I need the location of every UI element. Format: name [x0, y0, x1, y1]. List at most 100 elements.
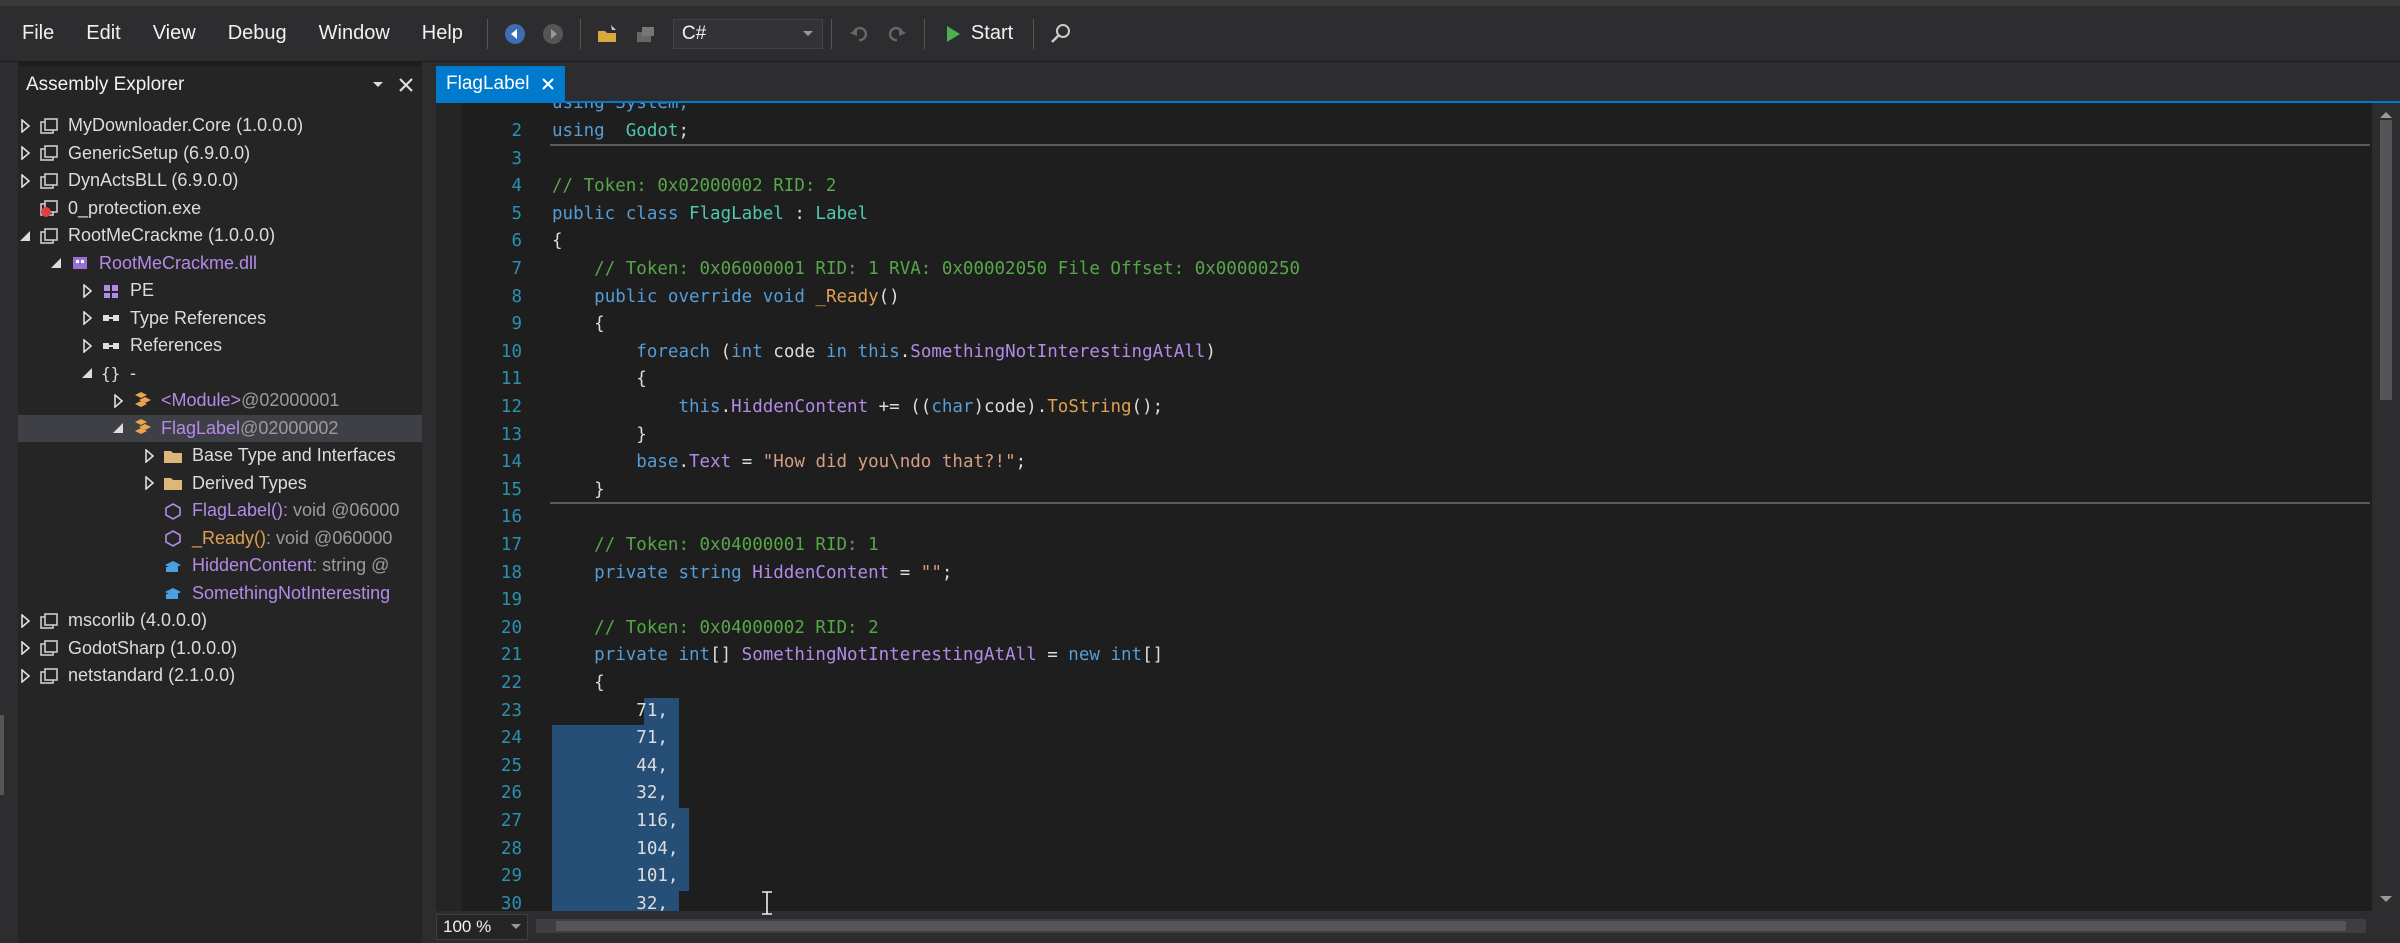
- tree-node[interactable]: _Ready() : void @060000: [142, 525, 392, 552]
- search-button[interactable]: [1044, 17, 1078, 51]
- line-number: 27: [500, 811, 522, 831]
- expanded-arrow-icon[interactable]: [80, 365, 94, 381]
- collapsed-arrow-icon[interactable]: [18, 145, 32, 161]
- tree-node-label: Base Type and Interfaces: [192, 445, 396, 465]
- tree-node[interactable]: RootMeCrackme (1.0.0.0): [18, 222, 275, 249]
- panel-menu-chevron-icon[interactable]: [372, 81, 384, 89]
- tree-node[interactable]: References: [80, 332, 222, 359]
- collapsed-arrow-icon[interactable]: [18, 118, 32, 134]
- no-expander: [142, 530, 156, 546]
- menu-view[interactable]: View: [137, 6, 212, 61]
- expanded-arrow-icon[interactable]: [49, 255, 63, 271]
- tree-node[interactable]: netstandard (2.1.0.0): [18, 662, 235, 689]
- menu-window[interactable]: Window: [303, 6, 406, 61]
- zoom-select[interactable]: 100 %: [436, 914, 528, 940]
- collapsed-arrow-icon[interactable]: [18, 613, 32, 629]
- expanded-arrow-icon[interactable]: [111, 420, 125, 436]
- horizontal-scroll-thumb[interactable]: [556, 921, 2346, 931]
- tree-node[interactable]: MyDownloader.Core (1.0.0.0): [18, 112, 303, 139]
- menu-edit[interactable]: Edit: [70, 6, 136, 61]
- menu-debug[interactable]: Debug: [212, 6, 303, 61]
- tree-node[interactable]: Base Type and Interfaces: [142, 442, 396, 469]
- collapsed-arrow-icon[interactable]: [18, 173, 32, 189]
- vertical-scroll-thumb[interactable]: [2380, 120, 2392, 400]
- open-button[interactable]: [591, 17, 625, 51]
- line-number: 26: [500, 783, 522, 804]
- code-token: this: [857, 341, 900, 362]
- toolbar-separator: [486, 18, 488, 49]
- code-text: 116,: [552, 808, 678, 834]
- line-number: 29: [500, 866, 522, 887]
- redo-button[interactable]: [880, 17, 914, 51]
- code-token: (: [710, 341, 732, 362]
- code-text: public override void _Ready(): [552, 284, 900, 310]
- tree-node[interactable]: Type References: [80, 305, 266, 332]
- collapsed-arrow-icon[interactable]: [142, 448, 156, 464]
- scroll-down-icon[interactable]: [2372, 891, 2400, 907]
- line-number: 24: [500, 728, 522, 749]
- tree-node[interactable]: GenericSetup (6.9.0.0): [18, 140, 250, 167]
- class-icon: [131, 391, 153, 411]
- expanded-arrow-icon[interactable]: [18, 228, 32, 244]
- menu-file[interactable]: File: [6, 6, 70, 61]
- tree-node[interactable]: {} -: [80, 360, 136, 387]
- zoom-value: 100 %: [443, 917, 492, 936]
- back-button[interactable]: [498, 17, 532, 51]
- open-list-icon: [636, 26, 654, 42]
- tree-node[interactable]: SomethingNotInteresting: [142, 580, 390, 607]
- undo-button[interactable]: [842, 17, 876, 51]
- code-token: 104,: [636, 838, 679, 859]
- tree-node[interactable]: RootMeCrackme.dll: [49, 250, 257, 277]
- tree-node[interactable]: FlagLabel() : void @06000: [142, 497, 399, 524]
- folder-icon: [162, 473, 184, 493]
- code-token: HiddenContent: [731, 397, 869, 417]
- code-token: code: [762, 341, 826, 362]
- code-token: =: [731, 452, 763, 473]
- collapsed-arrow-icon[interactable]: [111, 393, 125, 409]
- tree-node[interactable]: GodotSharp (1.0.0.0): [18, 635, 237, 662]
- tree-node[interactable]: mscorlib (4.0.0.0): [18, 607, 207, 634]
- line-number: 19: [500, 590, 522, 611]
- tree-node[interactable]: 0_protection.exe: [18, 195, 201, 222]
- tree-node-label: MyDownloader.Core (1.0.0.0): [68, 115, 304, 135]
- language-select[interactable]: C#: [672, 18, 823, 49]
- references-icon: [100, 336, 122, 356]
- close-icon[interactable]: [398, 77, 414, 93]
- collapsed-arrow-icon[interactable]: [80, 338, 94, 354]
- code-token: Label: [815, 203, 869, 224]
- tree-node-label: RootMeCrackme.dll: [99, 252, 258, 273]
- tree-node[interactable]: PE: [80, 277, 154, 304]
- tree-node[interactable]: Derived Types: [142, 470, 307, 497]
- menu-help[interactable]: Help: [406, 6, 479, 61]
- left-dock-tab[interactable]: [0, 715, 4, 795]
- collapsed-arrow-icon[interactable]: [142, 475, 156, 491]
- tree-node-label: PE: [130, 280, 155, 300]
- open-list-button[interactable]: [629, 17, 663, 51]
- panel-splitter[interactable]: [422, 62, 436, 943]
- tree-node[interactable]: <Module> @02000001: [111, 387, 339, 414]
- collapsed-arrow-icon[interactable]: [80, 283, 94, 299]
- tree-node-label: mscorlib (4.0.0.0): [68, 610, 208, 630]
- collapsed-arrow-icon[interactable]: [80, 310, 94, 326]
- line-number: 15: [500, 479, 522, 500]
- start-button[interactable]: Start: [933, 22, 1025, 45]
- forward-button[interactable]: [536, 17, 570, 51]
- code-text: 71,: [552, 698, 668, 724]
- tree-node[interactable]: DynActsBLL (6.9.0.0): [18, 167, 238, 194]
- tree-node[interactable]: HiddenContent : string @: [142, 552, 389, 579]
- tree-node-label: HiddenContent: [192, 555, 313, 575]
- tab-flaglabel[interactable]: FlagLabel: [436, 66, 566, 102]
- assembly-icon: [38, 143, 60, 163]
- line-number: 4: [511, 176, 522, 197]
- collapsed-arrow-icon[interactable]: [18, 640, 32, 656]
- tree-node-token: @02000001: [241, 390, 340, 410]
- line-number: 17: [500, 535, 522, 555]
- code-text: 101,: [552, 863, 678, 889]
- code-editor[interactable]: using System; 2 using Godot; 3 4 // Token: 0x…: [462, 103, 2372, 911]
- close-icon[interactable]: [541, 77, 555, 91]
- tree-node[interactable]: FlagLabel @02000002: [18, 414, 422, 442]
- collapsed-arrow-icon[interactable]: [18, 668, 32, 684]
